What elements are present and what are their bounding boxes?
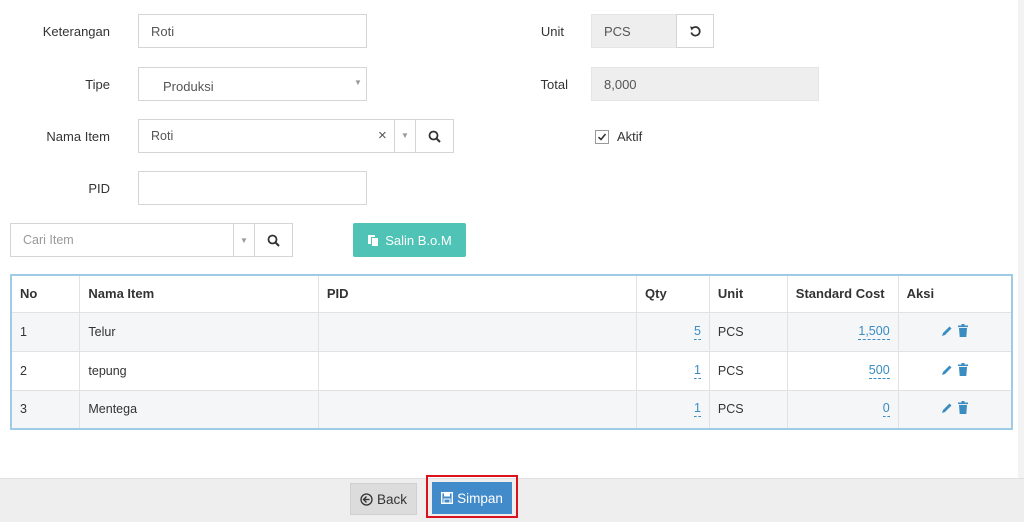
row-pid bbox=[318, 390, 638, 430]
refresh-icon bbox=[689, 25, 701, 36]
edit-icon[interactable] bbox=[941, 326, 953, 340]
row-standard-cost-editable[interactable]: 1,500 bbox=[858, 324, 890, 340]
cari-item-placeholder: Cari Item bbox=[23, 233, 74, 247]
save-icon bbox=[441, 492, 454, 504]
unit-input: PCS bbox=[591, 14, 677, 48]
row-pid bbox=[318, 351, 638, 391]
column-header-aksi: Aksi bbox=[898, 275, 1013, 313]
scrollbar[interactable] bbox=[1018, 0, 1024, 478]
trash-icon[interactable] bbox=[957, 362, 969, 379]
total-input: 8,000 bbox=[591, 67, 819, 101]
row-standard-cost-editable[interactable]: 500 bbox=[868, 363, 890, 379]
salin-bom-label: Salin B.o.M bbox=[385, 232, 452, 248]
back-button[interactable]: Back bbox=[350, 483, 417, 515]
row-pid bbox=[318, 312, 638, 352]
divider bbox=[233, 224, 234, 256]
row-no: 1 bbox=[11, 312, 81, 352]
row-nama-item: Telur bbox=[79, 312, 319, 352]
edit-icon[interactable] bbox=[941, 365, 953, 379]
bom-items-table: No Nama Item PID Qty Unit Standard Cost … bbox=[10, 274, 1013, 430]
aktif-checkbox[interactable] bbox=[595, 130, 609, 144]
table-row: 1 Telur 5 PCS 1,500 bbox=[11, 312, 1013, 352]
unit-label: Unit bbox=[540, 24, 564, 39]
column-header-qty: Qty bbox=[636, 275, 710, 313]
edit-icon[interactable] bbox=[941, 403, 953, 417]
trash-icon[interactable] bbox=[957, 323, 969, 340]
column-header-pid: PID bbox=[318, 275, 638, 313]
chevron-down-icon: ▼ bbox=[354, 78, 362, 87]
divider bbox=[394, 120, 395, 152]
nama-item-select[interactable]: Roti bbox=[138, 119, 416, 153]
row-no: 2 bbox=[11, 351, 81, 391]
clear-icon[interactable]: × bbox=[378, 127, 387, 144]
row-unit: PCS bbox=[709, 351, 788, 391]
unit-refresh-button[interactable] bbox=[676, 14, 714, 48]
table-row: 2 tepung 1 PCS 500 bbox=[11, 351, 1013, 391]
tipe-select[interactable]: Produksi bbox=[138, 67, 367, 101]
row-standard-cost-editable[interactable]: 0 bbox=[882, 401, 890, 418]
column-header-unit: Unit bbox=[709, 275, 788, 313]
table-header-row: No Nama Item PID Qty Unit Standard Cost … bbox=[11, 275, 1013, 313]
column-header-no: No bbox=[11, 275, 81, 313]
aktif-label: Aktif bbox=[617, 129, 643, 144]
column-header-nama-item: Nama Item bbox=[79, 275, 319, 313]
cari-item-select[interactable]: Cari Item bbox=[10, 223, 255, 257]
row-nama-item: tepung bbox=[79, 351, 319, 391]
column-header-standard-cost: Standard Cost bbox=[787, 275, 899, 313]
save-label: Simpan bbox=[457, 490, 503, 506]
chevron-down-icon[interactable]: ▼ bbox=[401, 131, 409, 140]
back-label: Back bbox=[376, 491, 407, 507]
search-icon bbox=[267, 234, 280, 247]
chevron-down-icon[interactable]: ▼ bbox=[240, 236, 248, 245]
trash-icon[interactable] bbox=[957, 401, 969, 417]
row-unit: PCS bbox=[709, 390, 788, 430]
tipe-label: Tipe bbox=[85, 77, 110, 92]
row-no: 3 bbox=[11, 390, 81, 430]
total-label: Total bbox=[540, 77, 568, 92]
salin-bom-button[interactable]: Salin B.o.M bbox=[353, 223, 466, 257]
copy-icon bbox=[368, 234, 380, 247]
row-qty-editable[interactable]: 5 bbox=[693, 324, 701, 340]
nama-item-label: Nama Item bbox=[46, 129, 110, 144]
row-qty-editable[interactable]: 1 bbox=[693, 363, 701, 379]
save-button[interactable]: Simpan bbox=[432, 482, 512, 514]
table-row: 3 Mentega 1 PCS 0 bbox=[11, 390, 1013, 430]
row-unit: PCS bbox=[709, 312, 788, 352]
row-qty-editable[interactable]: 1 bbox=[693, 401, 701, 418]
keterangan-label: Keterangan bbox=[42, 24, 110, 39]
nama-item-value: Roti bbox=[151, 129, 174, 143]
row-nama-item: Mentega bbox=[79, 390, 319, 430]
cari-item-search-button[interactable] bbox=[254, 223, 293, 257]
tipe-select-value: Produksi bbox=[163, 78, 214, 94]
keterangan-input[interactable]: Roti bbox=[138, 14, 367, 48]
search-icon bbox=[428, 130, 441, 143]
nama-item-search-button[interactable] bbox=[415, 119, 454, 153]
back-arrow-icon bbox=[360, 492, 373, 506]
checkbox-checked-icon bbox=[597, 133, 607, 141]
pid-label: PID bbox=[88, 181, 110, 196]
pid-input[interactable] bbox=[138, 171, 367, 205]
